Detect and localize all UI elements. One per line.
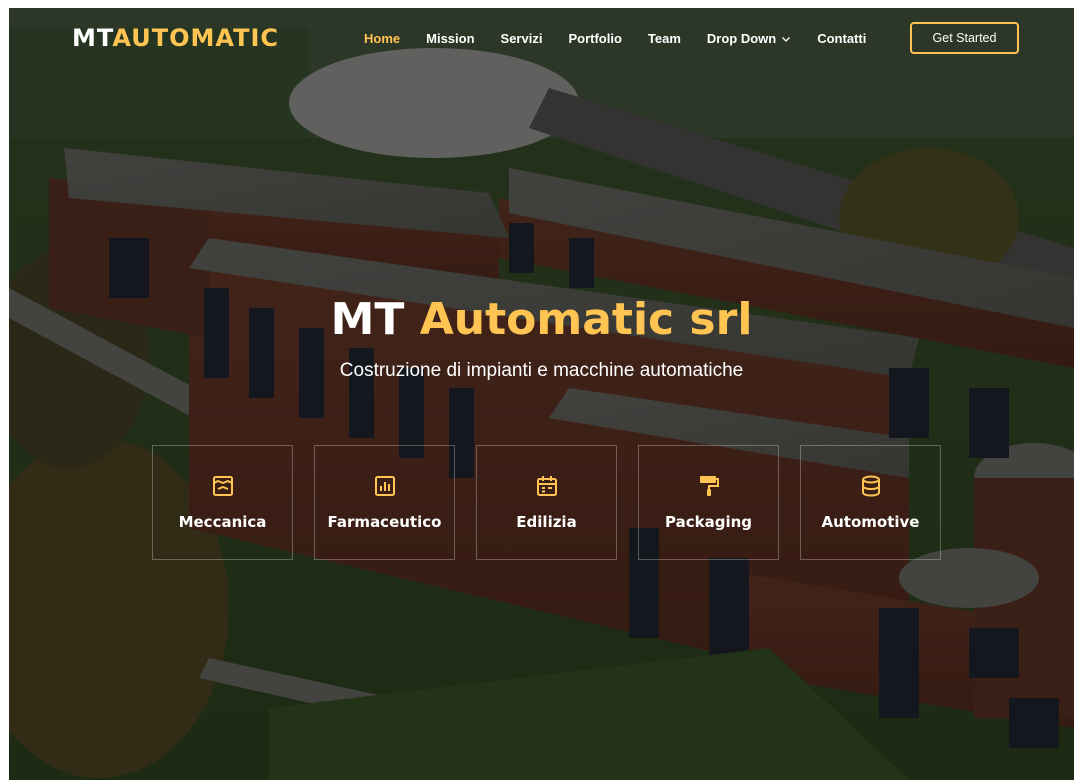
service-label: Farmaceutico <box>327 513 442 531</box>
logo-text-automatic: AUTOMATIC <box>112 24 279 52</box>
nav-mission[interactable]: Mission <box>426 28 474 50</box>
hero-dark-overlay <box>9 8 1074 780</box>
nav-portfolio[interactable]: Portfolio <box>568 28 621 50</box>
main-navigation: Home Mission Servizi Portfolio Team Drop… <box>364 28 892 50</box>
service-boxes: Meccanica Farmaceutico Edilizia Packagin… <box>152 445 941 560</box>
nav-team[interactable]: Team <box>648 28 681 50</box>
paint-roller-icon <box>699 476 719 496</box>
nav-contatti[interactable]: Contatti <box>817 28 866 50</box>
nav-home[interactable]: Home <box>364 28 400 50</box>
hero-title: MT Automatic srl <box>9 290 1074 350</box>
service-box-meccanica[interactable]: Meccanica <box>152 445 293 560</box>
hero-title-company: Automatic srl <box>419 294 753 345</box>
get-started-button[interactable]: Get Started <box>910 22 1019 54</box>
service-label: Automotive <box>821 513 920 531</box>
service-label: Edilizia <box>516 513 577 531</box>
site-logo[interactable]: MTAUTOMATIC <box>72 22 279 54</box>
bar-chart-icon <box>374 476 395 496</box>
chevron-down-icon <box>782 37 791 42</box>
hero-title-mt: MT <box>330 294 405 345</box>
database-icon <box>861 475 880 497</box>
service-label: Packaging <box>665 513 752 531</box>
service-box-edilizia[interactable]: Edilizia <box>476 445 617 560</box>
service-box-packaging[interactable]: Packaging <box>638 445 779 560</box>
hero-section: MTAUTOMATIC Home Mission Servizi Portfol… <box>9 8 1074 780</box>
service-label: Meccanica <box>178 513 267 531</box>
nav-drop-down[interactable]: Drop Down <box>707 28 791 50</box>
site-header: MTAUTOMATIC Home Mission Servizi Portfol… <box>9 8 1074 70</box>
nav-servizi[interactable]: Servizi <box>501 28 543 50</box>
service-box-automotive[interactable]: Automotive <box>800 445 941 560</box>
logo-text-mt: MT <box>72 24 113 52</box>
hero-subtitle: Costruzione di impianti e macchine autom… <box>339 360 744 381</box>
calendar-icon <box>536 476 557 496</box>
nav-drop-down-label: Drop Down <box>706 31 777 46</box>
store-icon <box>212 476 233 496</box>
service-box-farmaceutico[interactable]: Farmaceutico <box>314 445 455 560</box>
